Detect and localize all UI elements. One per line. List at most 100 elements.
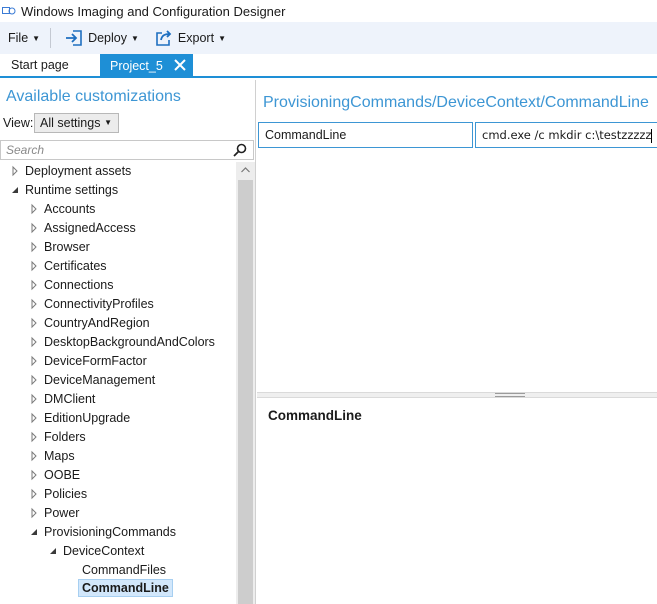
tree-node-label: Power [44, 506, 80, 520]
collapsed-triangle-icon[interactable] [29, 428, 39, 446]
tree-node-label: CommandLine [82, 581, 169, 595]
tree-node[interactable]: DeviceManagement [31, 371, 156, 389]
setting-row: CommandLine cmd.exe /c mkdir c:\testzzzz… [258, 122, 657, 148]
splitter-grip-icon[interactable] [495, 393, 525, 397]
tree-node-label: DMClient [44, 392, 96, 406]
collapsed-triangle-icon[interactable] [29, 200, 39, 218]
expanded-triangle-icon[interactable] [29, 523, 39, 541]
tree-node[interactable]: Power [31, 504, 80, 522]
tree-scrollbar[interactable] [236, 162, 255, 604]
view-dropdown[interactable]: All settings ▼ [34, 113, 119, 133]
tab-strip: Start page Project_5 [0, 54, 657, 78]
tree-node[interactable]: ConnectivityProfiles [31, 295, 154, 313]
chevron-down-icon: ▼ [32, 33, 41, 43]
scrollbar-thumb[interactable] [238, 180, 253, 604]
tree-node-label: Accounts [44, 202, 96, 216]
tree-node-label: Connections [44, 278, 114, 292]
tree-node-label: Runtime settings [25, 183, 119, 197]
chevron-down-icon: ▼ [104, 118, 112, 127]
app-icon [2, 5, 16, 17]
expanded-triangle-icon[interactable] [10, 181, 20, 199]
settings-tree: Deployment assets Runtime settings Account… [0, 162, 236, 604]
tree-node-label: DeviceManagement [44, 373, 156, 387]
setting-name-cell: CommandLine [258, 122, 473, 148]
search-icon[interactable] [233, 143, 247, 157]
title-bar: Windows Imaging and Configuration Design… [0, 0, 657, 22]
tree-node[interactable]: CommandLine [78, 579, 173, 597]
tree-node[interactable]: ProvisioningCommands [31, 523, 177, 541]
tree-node[interactable]: Accounts [31, 200, 96, 218]
close-icon[interactable] [173, 57, 187, 73]
tree-node-label: Certificates [44, 259, 107, 273]
pane-splitter[interactable] [257, 392, 657, 398]
tree-node-label: Policies [44, 487, 88, 501]
collapsed-triangle-icon[interactable] [29, 333, 39, 351]
tree-node[interactable]: Certificates [31, 257, 107, 275]
export-menu-label: Export [177, 31, 215, 45]
tree-node-label: CommandFiles [82, 563, 167, 577]
tree-node[interactable]: Maps [31, 447, 75, 465]
search-placeholder: Search [6, 143, 45, 157]
collapsed-triangle-icon[interactable] [29, 390, 39, 408]
tree-node-label: DeviceContext [63, 544, 145, 558]
setting-value-input[interactable]: cmd.exe /c mkdir c:\testzzzzz [475, 122, 657, 148]
collapsed-triangle-icon[interactable] [29, 409, 39, 427]
tree-node-label: Folders [44, 430, 86, 444]
tree-node[interactable]: EditionUpgrade [31, 409, 131, 427]
collapsed-triangle-icon[interactable] [29, 352, 39, 370]
setting-path-title: ProvisioningCommands/DeviceContext/Comma… [263, 94, 649, 111]
deploy-menu[interactable]: Deploy ▼ [57, 22, 147, 54]
expanded-triangle-icon[interactable] [48, 542, 58, 560]
tree-node[interactable]: OOBE [31, 466, 80, 484]
tree-node[interactable]: DMClient [31, 390, 96, 408]
collapsed-triangle-icon[interactable] [29, 485, 39, 503]
collapsed-triangle-icon[interactable] [29, 314, 39, 332]
collapsed-triangle-icon[interactable] [29, 504, 39, 522]
window-title: Windows Imaging and Configuration Design… [21, 3, 286, 19]
collapsed-triangle-icon[interactable] [29, 276, 39, 294]
collapsed-triangle-icon[interactable] [29, 447, 39, 465]
tree-node[interactable]: Connections [31, 276, 114, 294]
setting-detail-title: CommandLine [268, 408, 362, 423]
tree-node-label: EditionUpgrade [44, 411, 131, 425]
tree-node[interactable]: DeviceFormFactor [31, 352, 147, 370]
customizations-pane: Available customizations View: All setti… [0, 80, 256, 604]
tab-start-page[interactable]: Start page [0, 54, 100, 76]
view-dropdown-value: All settings [40, 116, 101, 130]
collapsed-triangle-icon[interactable] [29, 238, 39, 256]
tab-project[interactable]: Project_5 [100, 54, 193, 78]
collapsed-triangle-icon[interactable] [29, 371, 39, 389]
settings-editor-pane: ProvisioningCommands/DeviceContext/Comma… [257, 80, 657, 604]
tree-node[interactable]: Browser [31, 238, 90, 256]
tree-node[interactable]: Deployment assets [12, 162, 132, 180]
collapsed-triangle-icon[interactable] [10, 162, 20, 180]
file-menu[interactable]: File ▼ [0, 22, 48, 54]
export-menu[interactable]: Export ▼ [147, 22, 234, 54]
deploy-menu-label: Deploy [88, 31, 127, 45]
export-icon [155, 29, 173, 47]
collapsed-triangle-icon[interactable] [29, 466, 39, 484]
tree-node[interactable]: CommandFiles [82, 561, 166, 579]
collapsed-triangle-icon[interactable] [29, 219, 39, 237]
menu-bar: File ▼ Deploy ▼ Export ▼ [0, 22, 657, 54]
collapsed-triangle-icon[interactable] [29, 295, 39, 313]
collapsed-triangle-icon[interactable] [29, 257, 39, 275]
tab-project-label: Project_5 [110, 59, 163, 73]
tree-node-label: ConnectivityProfiles [44, 297, 154, 311]
tree-node[interactable]: Folders [31, 428, 86, 446]
tree-node-label: Deployment assets [25, 164, 132, 178]
search-input[interactable]: Search [0, 140, 254, 160]
scroll-up-icon[interactable] [236, 162, 255, 178]
tree-node-label: ProvisioningCommands [44, 525, 177, 539]
tree-node[interactable]: DesktopBackgroundAndColors [31, 333, 215, 351]
deploy-icon [65, 29, 83, 47]
tree-node[interactable]: Runtime settings [12, 181, 119, 199]
tree-node[interactable]: AssignedAccess [31, 219, 136, 237]
tree-node[interactable]: Policies [31, 485, 88, 503]
tree-node-label: Maps [44, 449, 75, 463]
chevron-down-icon: ▼ [131, 33, 139, 43]
tree-node[interactable]: CountryAndRegion [31, 314, 150, 332]
tree-node[interactable]: DeviceContext [50, 542, 145, 560]
view-label: View: [3, 116, 34, 130]
tree-node-label: CountryAndRegion [44, 316, 150, 330]
